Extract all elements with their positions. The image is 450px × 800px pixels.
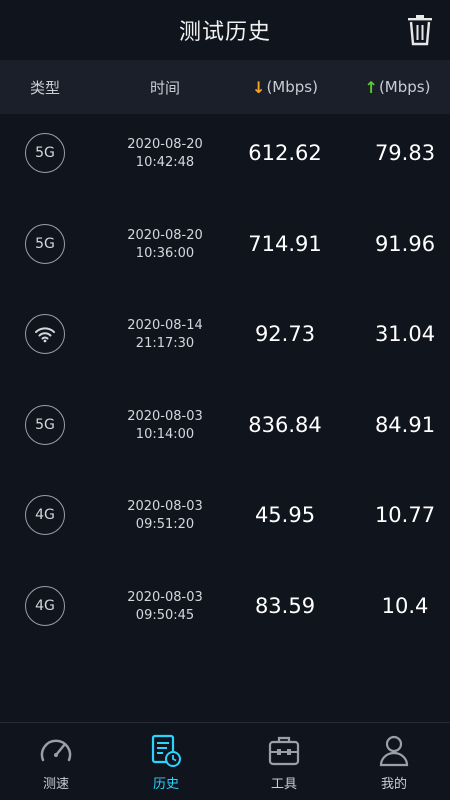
test-timestamp: 2020-08-20 10:36:00 [110, 227, 220, 263]
upload-unit: (Mbps) [378, 78, 431, 96]
upload-speed: 10.77 [374, 503, 436, 527]
test-time: 21:17:30 [135, 336, 195, 351]
history-row[interactable]: 2020-08-14 21:17:30 92.73 31.04 [0, 295, 450, 385]
download-speed: 92.73 [254, 322, 316, 346]
upload-speed: 91.96 [374, 231, 436, 256]
download-speed: 836.84 [248, 412, 322, 437]
network-type-badge: 4G [25, 495, 65, 535]
user-icon [379, 735, 409, 767]
test-date: 2020-08-03 [127, 499, 203, 514]
download-speed: 83.59 [254, 593, 316, 618]
upload-speed: 10.4 [381, 593, 429, 618]
test-timestamp: 2020-08-03 09:51:20 [110, 498, 220, 534]
network-type-badge: 5G [25, 223, 65, 264]
column-type: 类型 [29, 78, 60, 97]
test-date: 2020-08-20 [127, 227, 203, 243]
test-timestamp: 2020-08-03 10:14:00 [110, 408, 220, 444]
history-row[interactable]: 4G 2020-08-03 09:50:45 83.59 10.4 [0, 567, 450, 657]
column-time: 时间 [149, 78, 180, 97]
test-time: 09:51:20 [135, 517, 195, 532]
test-timestamp: 2020-08-14 21:17:30 [110, 317, 220, 353]
tab-label: 工具 [270, 777, 297, 792]
tab-history[interactable]: 历史 [110, 723, 222, 800]
upload-arrow-icon: ↑ [364, 77, 378, 97]
download-speed: 612.62 [248, 141, 322, 165]
download-unit: (Mbps) [266, 78, 318, 96]
history-row[interactable]: 5G 2020-08-20 10:42:48 612.62 79.83 [0, 114, 450, 204]
tab-label: 我的 [380, 777, 407, 792]
history-row[interactable]: 4G 2020-08-03 09:51:20 45.95 10.77 [0, 476, 450, 566]
app-header: 测试历史 [0, 0, 450, 60]
column-download: ↓ (Mbps) [225, 60, 345, 114]
history-row[interactable]: 5G 2020-08-20 10:36:00 714.91 91.96 [0, 205, 450, 295]
history-icon [151, 734, 181, 767]
tab-label: 历史 [152, 777, 179, 792]
tab-speedtest[interactable]: 测速 [0, 723, 112, 800]
trash-icon[interactable] [406, 14, 434, 46]
toolbox-icon [268, 736, 300, 766]
speedometer-icon [40, 739, 72, 762]
column-header: 类型 时间 ↓ (Mbps) ↑ (Mbps) [0, 60, 450, 114]
network-type-badge: 5G [25, 133, 65, 173]
page-title: 测试历史 [178, 20, 271, 45]
test-timestamp: 2020-08-03 09:50:45 [110, 589, 220, 625]
test-time: 09:50:45 [135, 607, 195, 623]
tab-profile[interactable]: 我的 [338, 723, 450, 800]
history-row[interactable]: 5G 2020-08-03 10:14:00 836.84 84.91 [0, 386, 450, 476]
column-upload: ↑ (Mbps) [345, 60, 450, 114]
upload-speed: 79.83 [374, 141, 436, 165]
download-speed: 45.95 [254, 503, 316, 527]
test-date: 2020-08-14 [127, 318, 203, 333]
test-time: 10:36:00 [135, 245, 195, 261]
tab-label: 测速 [42, 777, 69, 792]
test-timestamp: 2020-08-20 10:42:48 [110, 136, 220, 172]
network-type-badge: 5G [25, 404, 65, 445]
download-speed: 714.91 [248, 231, 322, 256]
test-date: 2020-08-03 [127, 408, 203, 424]
test-time: 10:42:48 [135, 155, 195, 170]
test-date: 2020-08-03 [127, 589, 203, 605]
tab-tools[interactable]: 工具 [228, 723, 340, 800]
network-type-badge: 4G [25, 585, 65, 626]
upload-speed: 31.04 [374, 322, 436, 346]
wifi-icon [25, 314, 65, 354]
upload-speed: 84.91 [374, 412, 436, 437]
bottom-tab-bar: 测速 历史 工具 我的 [0, 722, 450, 800]
test-date: 2020-08-20 [127, 137, 203, 152]
test-time: 10:14:00 [135, 426, 195, 442]
download-arrow-icon: ↓ [252, 77, 266, 97]
